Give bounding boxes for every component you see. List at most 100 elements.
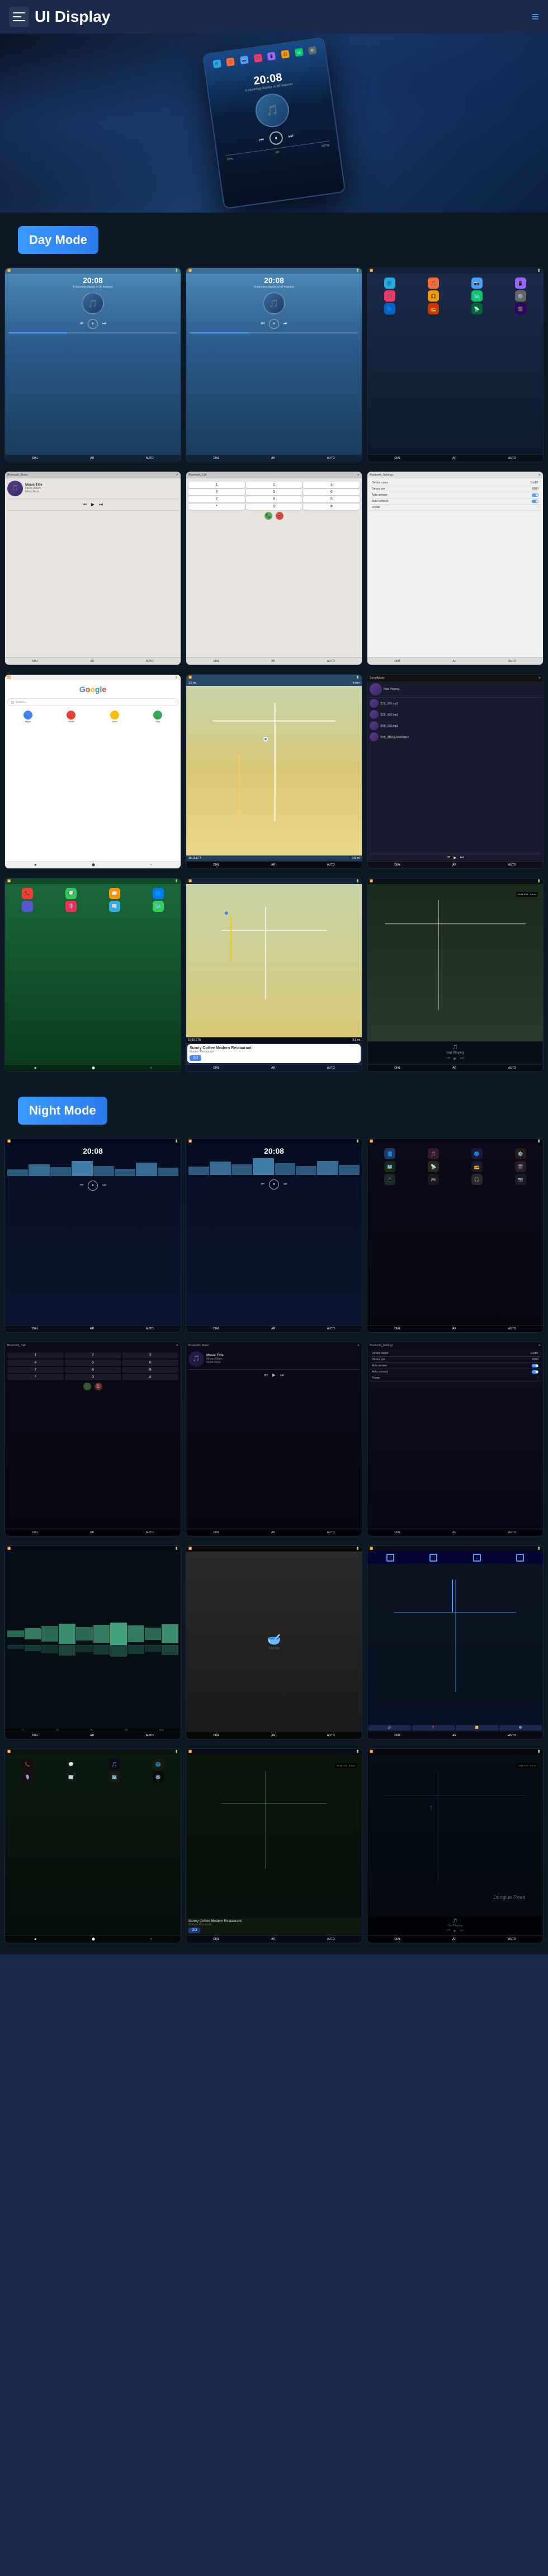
night-key-0[interactable]: 0 — [65, 1374, 121, 1380]
night-music-player-1[interactable]: 📶 🔋 20:08 ⏮ ⏸ — [4, 1138, 181, 1333]
night-home-app-settings[interactable]: ⚙️ — [153, 1771, 164, 1783]
night-key-2[interactable]: 2 — [65, 1352, 121, 1358]
night-prev-2[interactable]: ⏮ — [261, 1182, 264, 1187]
bn-dial-1[interactable]: DIAL — [32, 457, 38, 460]
call-answer[interactable]: 📞 — [264, 512, 272, 520]
night-key-6[interactable]: 6 — [122, 1360, 178, 1366]
night-key-9[interactable]: 9 — [122, 1367, 178, 1373]
night-app-icon-4[interactable]: 🗺️ — [384, 1161, 395, 1172]
night-app-icon-5[interactable]: 📡 — [428, 1161, 439, 1172]
night-nav-btn-3[interactable]: 🔁 — [456, 1725, 498, 1731]
day-nav-coffee[interactable]: 📶 🔋 10:16 ETA 9.0 mi — [186, 878, 362, 1073]
app-icon-5[interactable]: 🎮 — [384, 290, 395, 302]
home-app-phone[interactable]: 📞 — [22, 888, 33, 899]
home-app-news[interactable]: 📰 — [109, 901, 120, 912]
hero-prev-btn[interactable]: ⏮ — [258, 137, 264, 143]
night-bt-prev[interactable]: ⏮ — [264, 1372, 268, 1378]
day-prev-1[interactable]: ⏮ — [80, 322, 83, 326]
app-icon-3[interactable]: 📷 — [471, 278, 483, 289]
bn-auto-2[interactable]: AUTO — [327, 457, 335, 460]
night-app-icon-6[interactable]: 📻 — [471, 1161, 483, 1172]
social-track-3[interactable]: 华乐_030.mp3 — [367, 720, 543, 731]
night-app-grid[interactable]: 📶 🔋 📘 🎵 🔵 ⚙️ 🗺️ 📡 📻 🎬 📱 🎮 🎧 📷 — [367, 1138, 544, 1333]
app-icon-11[interactable]: 🎬 — [515, 303, 526, 314]
call-end[interactable]: 📵 — [276, 512, 284, 520]
bn-3-3[interactable]: AUTO — [508, 457, 516, 460]
day-play-1[interactable]: ⏸ — [88, 319, 98, 329]
day-google[interactable]: 📶 🔋 Google Search... Maps — [4, 674, 181, 869]
night-key-5[interactable]: 5 — [65, 1360, 121, 1366]
night-key-1[interactable]: 1 — [7, 1352, 64, 1358]
app-icon-bt[interactable]: 🔵 — [384, 303, 395, 314]
night-music-player-2[interactable]: 📶 🔋 20:08 ⏮ ⏸ ⏭ — [186, 1138, 362, 1333]
night-call-end[interactable]: 📵 — [95, 1383, 102, 1390]
night-app-home[interactable]: 📶 🔋 📞 💬 🎵 🌐 🎙️ 📰 🗺️ ⚙️ ◀ ⬤ ▪ — [4, 1748, 181, 1943]
night-nav-btn-1[interactable]: 🔊 — [369, 1725, 411, 1731]
night-not-playing[interactable]: 📶 🔋 10:16 ETA 9.0 mi ↑ Donglue Road — [367, 1748, 544, 1943]
day-play-2[interactable]: ⏸ — [269, 319, 279, 329]
app-icon-10[interactable]: 📡 — [471, 303, 483, 314]
day-prev-2[interactable]: ⏮ — [261, 322, 264, 326]
bn-auto-1[interactable]: AUTO — [146, 457, 154, 460]
app-icon-7[interactable]: 🗺️ — [471, 290, 483, 302]
night-bt-call[interactable]: Bluetooth_Call ✕ 1 2 3 4 5 6 7 8 9 * — [4, 1342, 181, 1536]
night-bt-settings[interactable]: Bluetooth_Settings ✕ Device name CarBT D… — [367, 1342, 544, 1536]
social-play[interactable]: ▶ — [453, 855, 456, 860]
bt-auto-answer-toggle[interactable] — [532, 493, 538, 497]
social-next[interactable]: ⏭ — [460, 855, 464, 860]
home-app-messages[interactable]: 💬 — [65, 888, 77, 899]
night-key-hash[interactable]: # — [122, 1374, 178, 1380]
bt-prev[interactable]: ⏮ — [83, 502, 87, 507]
night-thumb-screen[interactable]: 📶 🔋 🥣 Media DIAL AR AUTO — [186, 1545, 362, 1740]
day-next-1[interactable]: ⏭ — [102, 322, 106, 326]
night-bt-music[interactable]: Bluetooth_Music ✕ 🎵 Music Title Music Al… — [186, 1342, 362, 1536]
night-key-7[interactable]: 7 — [7, 1367, 64, 1373]
night-app-icon-10[interactable]: 🎧 — [471, 1174, 483, 1185]
hero-next-btn[interactable]: ⏭ — [288, 133, 294, 139]
day-map[interactable]: 📶 🔋 1.2 mi 5 min — [186, 674, 362, 869]
night-nav-btn-4[interactable]: ⚙️ — [499, 1725, 542, 1731]
app-icon-2[interactable]: 🎵 — [428, 278, 439, 289]
night-prev-1[interactable]: ⏮ — [80, 1183, 83, 1188]
night-next-2[interactable]: ⏭ — [284, 1182, 287, 1187]
social-prev[interactable]: ⏮ — [447, 855, 450, 860]
bt-play[interactable]: ▶ — [91, 502, 95, 507]
app-icon-6[interactable]: 🎧 — [428, 290, 439, 302]
app-icon-9[interactable]: 📻 — [428, 303, 439, 314]
bn-ar-2[interactable]: AR — [271, 457, 275, 460]
gapp-4[interactable]: Play — [138, 711, 179, 723]
night-home-app-messages[interactable]: 💬 — [65, 1759, 77, 1770]
key-1[interactable]: 1 — [188, 482, 245, 488]
key-3[interactable]: 3 — [303, 482, 360, 488]
key-star[interactable]: * — [188, 504, 245, 510]
nav-go-button[interactable]: GO — [190, 1055, 201, 1061]
night-bt-next[interactable]: ⏭ — [280, 1372, 284, 1378]
home-app-maps[interactable]: 🗺️ — [153, 901, 164, 912]
day-bt-music[interactable]: Bluetooth_Music ✕ 🎵 Music Title Music Al… — [4, 471, 181, 666]
night-next-1[interactable]: ⏭ — [102, 1183, 106, 1188]
night-np-next[interactable]: ⏭ — [460, 1929, 464, 1933]
night-app-icon-2[interactable]: 🎵 — [428, 1148, 439, 1159]
night-key-8[interactable]: 8 — [65, 1367, 121, 1373]
day-music-player-2[interactable]: 📶 🔋 20:08 A stunning display of all feat… — [186, 267, 362, 462]
night-nav-go-button[interactable]: GO — [188, 1928, 200, 1933]
gapp-1[interactable]: Maps — [7, 711, 49, 723]
night-app-icon-bt[interactable]: 🔵 — [471, 1148, 483, 1159]
app-icon-4[interactable]: 📱 — [515, 278, 526, 289]
night-app-icon-1[interactable]: 📘 — [384, 1148, 395, 1159]
night-auto-connect-toggle[interactable] — [532, 1370, 538, 1374]
night-call-answer[interactable]: 📞 — [83, 1383, 91, 1390]
night-play-2[interactable]: ⏸ — [269, 1179, 279, 1190]
bn-3-2[interactable]: AR — [452, 457, 456, 460]
night-home-app-music[interactable]: 🎵 — [109, 1759, 120, 1770]
night-auto-answer-toggle[interactable] — [532, 1364, 538, 1367]
np-prev[interactable]: ⏮ — [447, 1056, 450, 1061]
night-key-3[interactable]: 3 — [122, 1352, 178, 1358]
key-8[interactable]: 8 — [246, 496, 303, 502]
day-not-playing[interactable]: 📶 🔋 10:16 ETA 9.0 mi 🎵 Not Playing — [367, 878, 544, 1073]
bn-dial-2[interactable]: DIAL — [213, 457, 219, 460]
night-key-4[interactable]: 4 — [7, 1360, 64, 1366]
gapp-2[interactable]: Gmail — [51, 711, 92, 723]
key-5[interactable]: 5 — [246, 489, 303, 495]
menu-button[interactable] — [9, 7, 29, 27]
